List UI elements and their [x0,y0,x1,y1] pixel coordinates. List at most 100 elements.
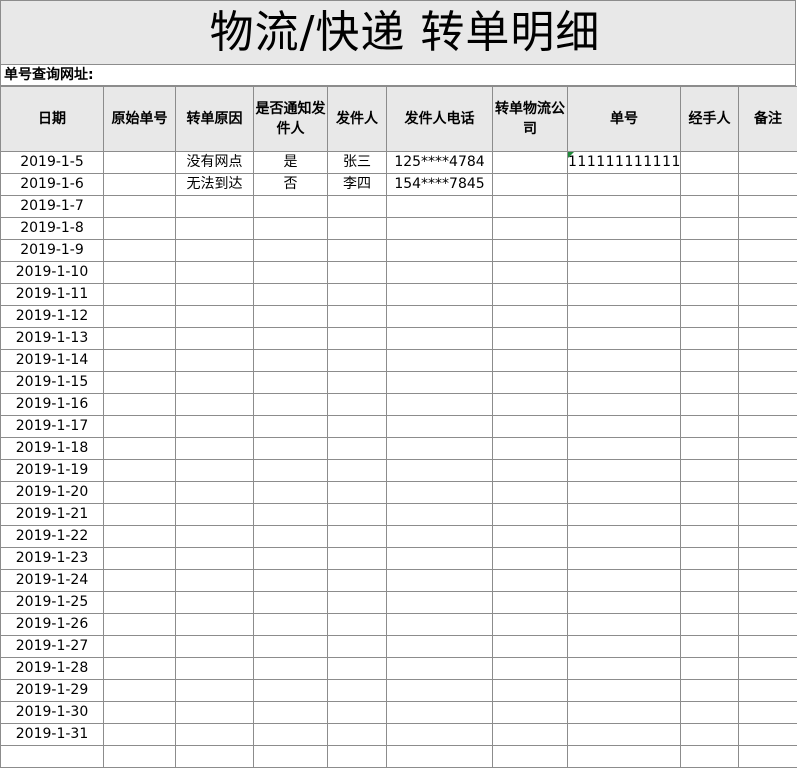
cell-date[interactable]: 2019-1-26 [0,613,104,636]
cell-sender-phone[interactable] [386,393,493,416]
cell-sender[interactable] [327,195,387,218]
cell-transfer-reason[interactable] [175,239,254,262]
cell-tracking-number[interactable] [567,327,681,350]
cell-handler[interactable] [680,679,739,702]
cell-date[interactable]: 2019-1-21 [0,503,104,526]
cell-handler[interactable] [680,261,739,284]
cell-handler[interactable] [680,635,739,658]
cell-transfer-reason[interactable] [175,679,254,702]
cell-tracking-number[interactable] [567,305,681,328]
cell-transfer-company[interactable] [492,437,568,460]
cell-remark[interactable] [738,195,797,218]
header-transfer-reason[interactable]: 转单原因 [175,86,254,152]
cell-tracking-number[interactable] [567,195,681,218]
header-handler[interactable]: 经手人 [680,86,739,152]
cell-sender[interactable] [327,393,387,416]
cell-sender-notified[interactable] [253,195,328,218]
cell-transfer-reason[interactable] [175,305,254,328]
cell-original-number[interactable] [103,239,176,262]
cell-sender-notified[interactable] [253,745,328,768]
cell-sender[interactable] [327,217,387,240]
cell-date[interactable]: 2019-1-20 [0,481,104,504]
cell-sender-phone[interactable] [386,217,493,240]
cell-sender-notified[interactable] [253,613,328,636]
cell-date[interactable]: 2019-1-17 [0,415,104,438]
cell-tracking-number[interactable] [567,173,681,196]
cell-sender-phone[interactable] [386,327,493,350]
cell-sender[interactable] [327,349,387,372]
cell-tracking-number[interactable] [567,371,681,394]
cell-sender-notified[interactable] [253,481,328,504]
cell-sender-phone[interactable]: 125****4784 [386,151,493,174]
cell-transfer-company[interactable] [492,305,568,328]
cell-transfer-company[interactable] [492,591,568,614]
cell-tracking-number[interactable] [567,481,681,504]
cell-original-number[interactable] [103,415,176,438]
cell-sender-notified[interactable] [253,305,328,328]
cell-tracking-number[interactable] [567,393,681,416]
cell-original-number[interactable] [103,437,176,460]
cell-handler[interactable] [680,217,739,240]
cell-tracking-number[interactable]: 11111111111111 [567,151,681,174]
cell-sender-notified[interactable] [253,261,328,284]
cell-original-number[interactable] [103,723,176,746]
cell-tracking-number[interactable] [567,349,681,372]
cell-transfer-reason[interactable] [175,349,254,372]
cell-date[interactable]: 2019-1-22 [0,525,104,548]
header-sender-notified[interactable]: 是否通知发件人 [253,86,328,152]
cell-transfer-reason[interactable]: 无法到达 [175,173,254,196]
cell-remark[interactable] [738,745,797,768]
cell-sender-phone[interactable] [386,679,493,702]
cell-original-number[interactable] [103,459,176,482]
cell-sender-phone[interactable] [386,613,493,636]
cell-sender-phone[interactable] [386,305,493,328]
cell-original-number[interactable] [103,305,176,328]
cell-original-number[interactable] [103,525,176,548]
cell-sender-phone[interactable] [386,349,493,372]
header-original-number[interactable]: 原始单号 [103,86,176,152]
cell-sender[interactable]: 李四 [327,173,387,196]
cell-original-number[interactable] [103,371,176,394]
cell-sender-phone[interactable] [386,657,493,680]
cell-sender[interactable]: 张三 [327,151,387,174]
cell-original-number[interactable] [103,591,176,614]
cell-handler[interactable] [680,591,739,614]
cell-transfer-company[interactable] [492,679,568,702]
cell-handler[interactable] [680,173,739,196]
cell-remark[interactable] [738,349,797,372]
cell-transfer-company[interactable] [492,525,568,548]
cell-transfer-reason[interactable] [175,283,254,306]
cell-sender-notified[interactable] [253,459,328,482]
cell-original-number[interactable] [103,393,176,416]
cell-remark[interactable] [738,657,797,680]
header-tracking-number[interactable]: 单号 [567,86,681,152]
cell-remark[interactable] [738,151,797,174]
cell-sender-phone[interactable] [386,591,493,614]
cell-sender[interactable] [327,525,387,548]
cell-sender[interactable] [327,679,387,702]
cell-handler[interactable] [680,547,739,570]
cell-remark[interactable] [738,459,797,482]
cell-handler[interactable] [680,371,739,394]
cell-handler[interactable] [680,437,739,460]
cell-date[interactable]: 2019-1-10 [0,261,104,284]
cell-sender-phone[interactable] [386,547,493,570]
cell-sender-notified[interactable] [253,635,328,658]
cell-sender-phone[interactable] [386,481,493,504]
cell-original-number[interactable] [103,327,176,350]
cell-remark[interactable] [738,371,797,394]
cell-sender-notified[interactable] [253,525,328,548]
cell-original-number[interactable] [103,283,176,306]
cell-sender-phone[interactable] [386,701,493,724]
cell-sender[interactable] [327,283,387,306]
cell-date[interactable]: 2019-1-18 [0,437,104,460]
cell-sender-phone[interactable] [386,283,493,306]
cell-sender-notified[interactable]: 否 [253,173,328,196]
cell-original-number[interactable] [103,635,176,658]
cell-transfer-company[interactable] [492,195,568,218]
cell-sender-phone[interactable] [386,415,493,438]
cell-remark[interactable] [738,503,797,526]
cell-sender[interactable] [327,657,387,680]
cell-sender-notified[interactable] [253,569,328,592]
cell-handler[interactable] [680,745,739,768]
